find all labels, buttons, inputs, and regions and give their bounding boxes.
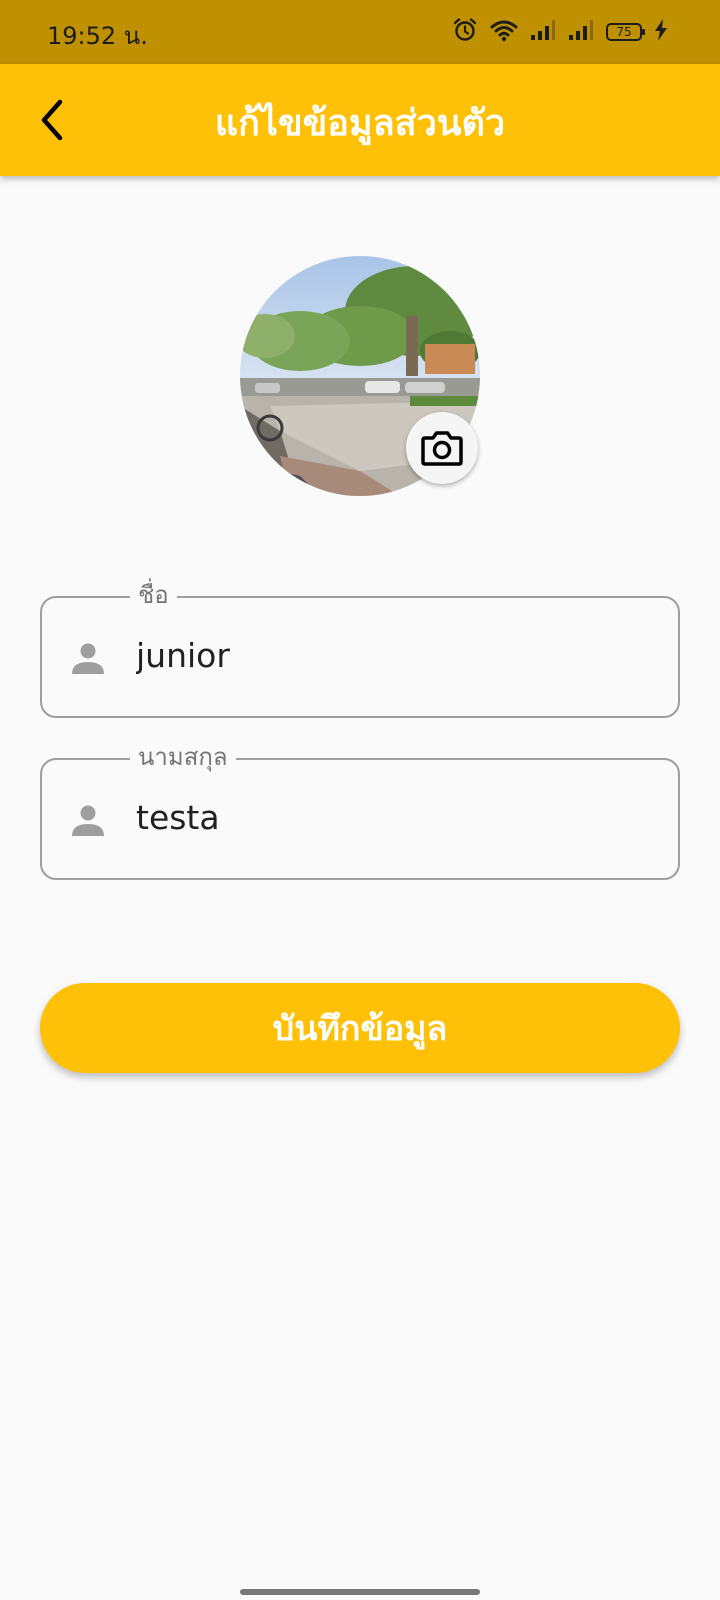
app-bar: แก้ไขข้อมูลส่วนตัว xyxy=(0,64,720,176)
person-icon xyxy=(72,643,104,674)
battery-icon: 75 xyxy=(606,23,645,41)
person-icon xyxy=(72,805,104,836)
wifi-icon xyxy=(490,18,518,46)
status-icons: 75 xyxy=(452,17,668,47)
home-indicator xyxy=(240,1589,480,1595)
first-name-label: ชื่อ xyxy=(130,578,177,612)
alarm-icon xyxy=(452,17,478,47)
camera-button[interactable] xyxy=(406,412,478,484)
save-button[interactable]: บันทึกข้อมูล xyxy=(40,983,680,1073)
status-bar: 19:52 น. 75 xyxy=(0,0,720,64)
signal-icon xyxy=(568,19,594,45)
last-name-field[interactable]: นามสกุล xyxy=(40,740,680,880)
page-title: แก้ไขข้อมูลส่วนตัว xyxy=(214,103,506,144)
signal-icon xyxy=(530,19,556,45)
charging-icon xyxy=(654,19,668,45)
first-name-input[interactable] xyxy=(136,630,636,680)
last-name-input[interactable] xyxy=(136,792,636,842)
last-name-label: นามสกุล xyxy=(130,740,236,774)
status-time: 19:52 น. xyxy=(47,22,148,50)
camera-icon xyxy=(421,431,463,466)
first-name-field[interactable]: ชื่อ xyxy=(40,578,680,718)
